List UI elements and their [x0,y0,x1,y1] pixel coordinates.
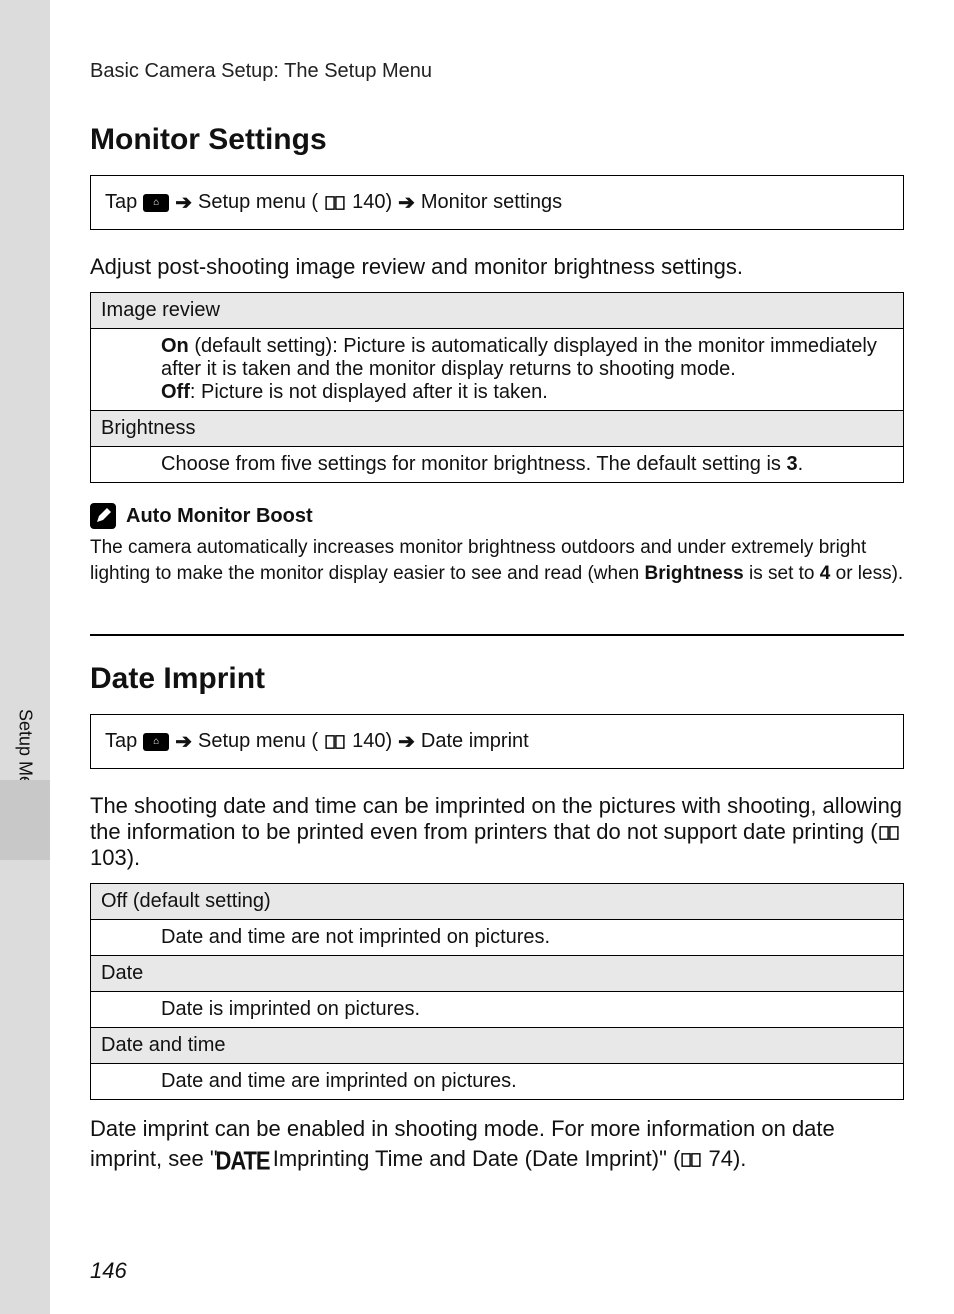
bold-off: Off [161,381,190,403]
nav-setup-menu-label: Setup menu ( [198,730,318,753]
option-head-brightness: Brightness [91,411,904,447]
nav-ref-page: 140) [352,191,392,214]
nav-target-label: Monitor settings [421,191,562,214]
bold-4: 4 [820,563,831,584]
ref-page: 103). [90,845,140,870]
arrow-icon: ➔ [398,729,415,754]
nav-path-monitor-settings: Tap ⌂ ➔ Setup menu ( 140) ➔ Monitor sett… [90,175,904,230]
options-table-monitor: Image review On (default setting): Pictu… [90,292,904,483]
option-head-date: Date [91,956,904,992]
running-head: Basic Camera Setup: The Setup Menu [90,60,904,83]
option-head-off: Off (default setting) [91,884,904,920]
side-thumb-index [0,780,50,860]
bold-brightness: Brightness [644,563,743,584]
text: : Picture is not displayed after it is t… [190,381,548,403]
bold-on: On [161,335,189,357]
text: . [798,453,804,475]
note-body-auto-monitor-boost: The camera automatically increases monit… [90,535,904,586]
home-icon: ⌂ [143,733,169,751]
book-icon [680,1152,702,1168]
nav-setup-menu-label: Setup menu ( [198,191,318,214]
text: The shooting date and time can be imprin… [90,793,902,844]
section2-footnote: Date imprint can be enabled in shooting … [90,1114,904,1176]
page-body: Basic Camera Setup: The Setup Menu Monit… [50,0,954,1314]
section-title-date-imprint: Date Imprint [90,662,904,696]
section2-intro: The shooting date and time can be imprin… [90,793,904,871]
option-head-image-review: Image review [91,293,904,329]
note-title-auto-monitor-boost: Auto Monitor Boost [90,503,904,529]
arrow-icon: ➔ [175,729,192,754]
text: Choose from five settings for monitor br… [161,453,787,475]
note-title-text: Auto Monitor Boost [126,505,313,528]
ref-page: 74). [708,1146,746,1171]
option-body-off: Date and time are not imprinted on pictu… [91,920,904,956]
option-body-image-review: On (default setting): Picture is automat… [91,329,904,411]
date-badge-icon: DATE [215,1145,269,1180]
section1-intro: Adjust post-shooting image review and mo… [90,254,904,280]
page-number: 146 [90,1258,127,1284]
nav-tap-label: Tap [105,730,137,753]
text: is set to [744,563,820,584]
section-title-monitor-settings: Monitor Settings [90,123,904,157]
arrow-icon: ➔ [398,190,415,215]
text: Imprinting Time and Date (Date Imprint)"… [267,1146,681,1171]
nav-tap-label: Tap [105,191,137,214]
arrow-icon: ➔ [175,190,192,215]
sheet: Setup Menu Basic Camera Setup: The Setup… [0,0,954,1314]
text: (default setting): Picture is automatica… [161,335,877,380]
bold-3: 3 [787,453,798,475]
option-body-date: Date is imprinted on pictures. [91,992,904,1028]
nav-path-date-imprint: Tap ⌂ ➔ Setup menu ( 140) ➔ Date imprint [90,714,904,769]
book-icon [324,195,346,211]
option-head-date-time: Date and time [91,1028,904,1064]
option-body-date-time: Date and time are imprinted on pictures. [91,1064,904,1100]
home-icon: ⌂ [143,194,169,212]
nav-ref-page: 140) [352,730,392,753]
book-icon [324,734,346,750]
section-divider [90,634,904,636]
pencil-icon [90,503,116,529]
nav-target-label: Date imprint [421,730,529,753]
text: or less). [830,563,903,584]
options-table-date-imprint: Off (default setting) Date and time are … [90,883,904,1100]
option-body-brightness: Choose from five settings for monitor br… [91,447,904,483]
book-icon [878,825,900,841]
